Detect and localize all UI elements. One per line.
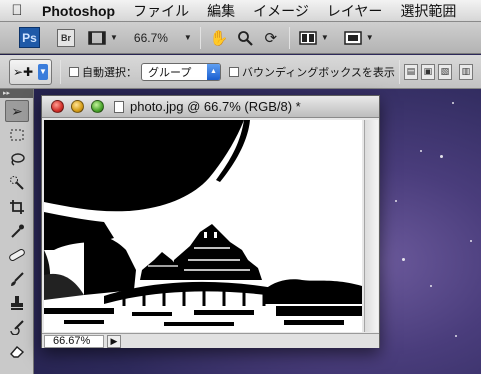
move-tool[interactable]: ➢ [5,100,29,122]
star [420,150,422,152]
collapse-panel-icon[interactable]: ▸▸ [0,89,33,98]
eraser-tool[interactable] [5,340,29,362]
tools-panel: ▸▸ ➢ [0,89,34,374]
options-bar: ➢✚ ▼ 自動選択： グループ ▲ バウンディングボックスを表示 ▤ ▣ ▧ ▥ [0,55,481,89]
star [440,155,443,158]
align-top-icon: ▤ [406,66,416,76]
screen-mode-icon [344,30,362,45]
eraser-icon [10,346,25,358]
rectangular-marquee-icon [10,129,24,141]
brush-tool[interactable] [5,268,29,290]
align-left-icon: ▥ [461,66,471,76]
menu-file[interactable]: ファイル [124,1,198,21]
arrange-documents-button[interactable] [298,28,318,48]
zoom-tool-button[interactable] [235,28,255,48]
align-middle-icon: ▣ [423,66,433,76]
star [455,335,457,337]
auto-select-target-select[interactable]: グループ ▲ [141,62,221,81]
status-info-button[interactable]: ▶ [107,334,121,348]
lasso-tool[interactable] [5,148,29,170]
eyedropper-icon [11,224,24,238]
brush-icon [11,272,24,286]
image-canvas[interactable] [44,120,362,332]
magnifier-icon [237,30,253,46]
rotate-hand-icon: ⟳ [264,29,278,47]
hand-icon: ✋ [209,29,229,47]
star [470,240,472,242]
star [430,285,432,287]
clone-stamp-tool[interactable] [5,292,29,314]
app-menu[interactable]: Photoshop [34,3,124,19]
select-arrows-icon: ▲ [207,63,220,80]
document-info-icon: ▶ [110,335,118,346]
quick-selection-icon [10,176,24,190]
lasso-icon [11,153,25,166]
chevron-down-icon[interactable]: ▼ [110,33,118,42]
zoom-window-button[interactable] [91,100,104,113]
menu-edit[interactable]: 編集 [198,1,244,21]
document-title-bar[interactable]: photo.jpg @ 66.7% (RGB/8) * [42,96,379,118]
menu-bar:  Photoshop ファイル 編集 イメージ レイヤー 選択範囲 [0,0,481,22]
align-bottom-icon: ▧ [440,66,450,76]
marquee-tool[interactable] [5,124,29,146]
menu-select[interactable]: 選択範囲 [391,1,465,21]
move-tool-icon: ➢✚ [13,64,34,79]
bridge-launch-button[interactable]: Br [57,28,75,47]
hand-tool-button[interactable]: ✋ [209,28,229,48]
bounding-box-option[interactable]: バウンディングボックスを表示 [229,64,395,80]
bounding-box-checkbox[interactable] [229,66,239,77]
eyedropper-tool[interactable] [5,220,29,242]
star [402,258,405,261]
photoshop-logo[interactable]: Ps [19,27,40,48]
options-separator [60,59,61,84]
document-window: photo.jpg @ 66.7% (RGB/8) * 66.67% ▶ [41,95,380,348]
view-extras-button[interactable] [87,28,107,48]
document-icon [114,100,124,113]
history-brush-tool[interactable] [5,316,29,338]
menu-layer[interactable]: レイヤー [318,1,392,21]
healing-brush-tool[interactable] [5,244,29,266]
menu-image[interactable]: イメージ [244,1,318,21]
bandage-icon [9,249,25,261]
toolbar-separator [199,26,201,49]
align-left-button[interactable]: ▥ [458,63,473,80]
arrange-documents-icon [299,30,317,45]
star [395,200,397,202]
minimize-window-button[interactable] [71,100,84,113]
photo-image [44,120,362,332]
close-window-button[interactable] [51,100,64,113]
auto-select-option[interactable]: 自動選択： [69,64,137,80]
application-bar: Ps Br ▼ 66.7% ▼ ✋ ⟳ ▼ ▼ [0,22,481,54]
rotate-view-button[interactable]: ⟳ [261,28,281,48]
star [452,102,454,104]
auto-select-target-value: グループ [148,66,192,79]
auto-select-label: 自動選択： [82,66,137,79]
bounding-box-label: バウンディングボックスを表示 [242,66,395,79]
quick-selection-tool[interactable] [5,172,29,194]
crop-icon [10,200,24,214]
history-brush-icon [10,320,24,335]
zoom-field[interactable]: 66.67% [44,334,104,348]
apple-icon[interactable]:  [0,2,34,19]
vertical-scrollbar[interactable] [364,120,378,332]
align-vertical-center-button[interactable]: ▣ [420,63,435,80]
move-tool-icon: ➢ [11,102,23,119]
stamp-icon [11,296,23,310]
chevron-down-icon[interactable]: ▼ [366,33,374,42]
align-bottom-button[interactable]: ▧ [437,63,452,80]
toolbar-separator [288,26,290,49]
film-strip-icon [88,30,106,45]
crop-tool[interactable] [5,196,29,218]
document-status-bar: 66.67% ▶ [42,333,379,348]
screen-mode-button[interactable] [343,28,363,48]
tool-preset-picker[interactable]: ➢✚ ▼ [9,58,52,85]
chevron-down-icon[interactable]: ▼ [184,33,192,42]
align-top-button[interactable]: ▤ [403,63,418,80]
options-separator [398,59,400,84]
auto-select-checkbox[interactable] [69,66,79,77]
chevron-down-icon[interactable]: ▼ [321,33,329,42]
document-title: photo.jpg @ 66.7% (RGB/8) * [130,99,301,114]
chevron-down-icon: ▼ [38,63,48,80]
